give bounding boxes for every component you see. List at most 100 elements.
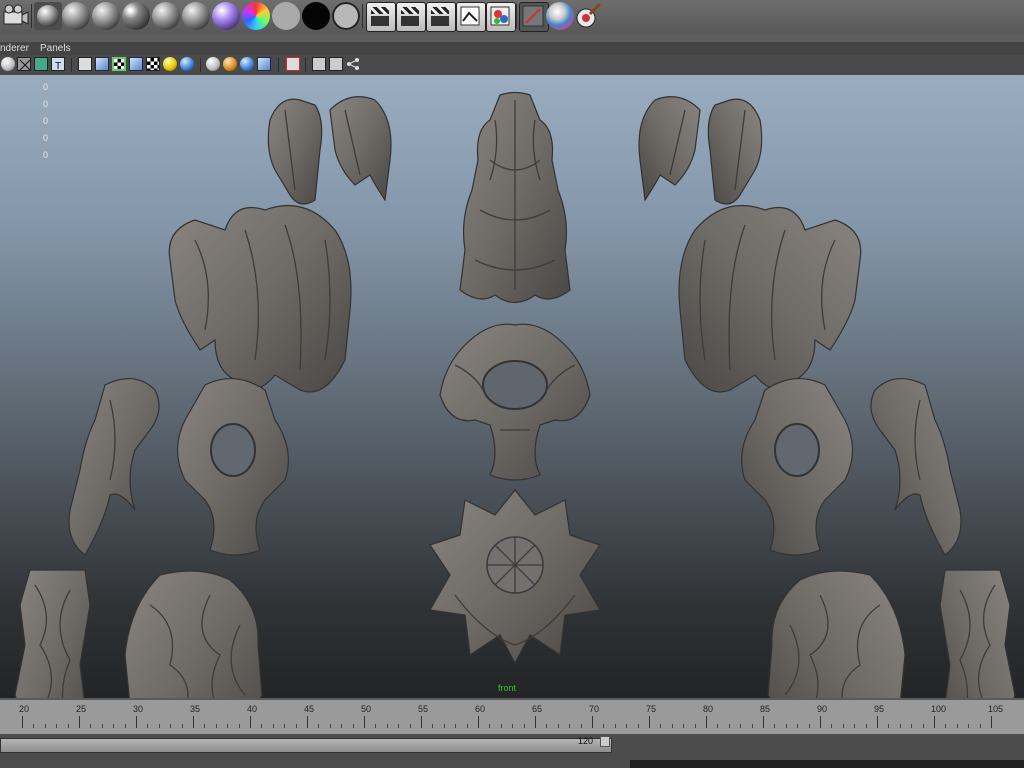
timeline-minor-tick (671, 724, 673, 728)
timeline-tick-label: 75 (646, 704, 657, 714)
hud-value: 0 (43, 99, 49, 109)
timeline-minor-tick (432, 724, 434, 728)
timeline-minor-tick (945, 724, 947, 728)
timeline-minor-tick (717, 724, 719, 728)
grey-sphere-icon[interactable] (62, 2, 90, 30)
wireframe-icon[interactable] (17, 57, 31, 71)
viewport-front[interactable]: 0 0 0 0 0 front (0, 75, 1024, 698)
text-icon[interactable]: T (51, 57, 65, 72)
timeline-minor-tick (968, 724, 970, 728)
timeline-minor-tick (831, 724, 833, 728)
range-slider-bar: 120 (0, 734, 1024, 768)
clapboard-render-icon[interactable] (366, 2, 396, 32)
wireframe-shade-icon[interactable] (78, 57, 92, 71)
timeline-minor-tick (580, 724, 582, 728)
ambient-occlusion-icon[interactable] (223, 57, 237, 71)
timeline-tick (250, 716, 251, 728)
hud-poly-count: 0 0 0 0 0 (43, 79, 48, 164)
shadows-icon[interactable] (180, 57, 194, 71)
sculpt-right-claw[interactable] (865, 370, 965, 560)
use-all-lights-icon[interactable] (163, 57, 177, 71)
hypershade-icon[interactable] (486, 2, 516, 32)
timeline-tick (193, 716, 194, 728)
textured-icon[interactable] (129, 57, 143, 71)
timeline-minor-tick (751, 724, 753, 728)
sculpt-left-cluster[interactable] (120, 565, 265, 698)
sculpt-center-top[interactable] (440, 90, 590, 310)
camera-label: front (498, 683, 517, 693)
timeline-minor-tick (261, 724, 263, 728)
timeline-minor-tick (318, 724, 320, 728)
clapboard-batch-icon[interactable] (396, 2, 426, 32)
timeline-tick (79, 716, 80, 728)
grid-icon[interactable] (34, 57, 48, 71)
smooth-shade-icon[interactable] (95, 57, 109, 71)
menu-panels[interactable]: Panels (40, 43, 71, 54)
violet-shader-sphere-icon[interactable] (212, 2, 240, 30)
wireframe-on-shaded-icon[interactable] (112, 57, 126, 71)
xray-active-icon[interactable] (329, 57, 343, 71)
clapboard-ipr-icon[interactable] (426, 2, 456, 32)
timeline-tick (478, 716, 479, 728)
phong-e-sphere-icon[interactable] (182, 2, 210, 30)
range-slider-handle[interactable] (600, 736, 610, 747)
sculpt-left-claw[interactable] (65, 370, 165, 560)
render-settings-icon[interactable] (519, 2, 549, 32)
toon-shader-icon[interactable] (546, 2, 574, 30)
phong-sphere-icon[interactable] (34, 2, 62, 30)
motion-blur-icon[interactable] (240, 57, 254, 71)
menu-renderer[interactable]: nderer (0, 43, 29, 54)
timeline-tick-label: 30 (133, 704, 144, 714)
black-swatch-icon[interactable] (302, 2, 330, 30)
xray-icon[interactable] (206, 57, 220, 71)
xray-joints-icon[interactable] (312, 57, 326, 71)
timeline-minor-tick (56, 724, 58, 728)
timeline-minor-tick (911, 724, 913, 728)
timeline-tick (136, 716, 137, 728)
timeline-minor-tick (979, 724, 981, 728)
sculpt-right-cluster[interactable] (765, 565, 910, 698)
timeline-minor-tick (614, 724, 616, 728)
select-camera-icon[interactable] (1, 57, 15, 71)
outline-swatch-icon[interactable] (332, 2, 360, 30)
sculpt-center-mid[interactable] (435, 305, 595, 485)
anisotropic-sphere-icon[interactable] (152, 2, 180, 30)
hud-share-icon[interactable] (346, 57, 360, 71)
lambert-sphere-icon[interactable] (122, 2, 150, 30)
timeline-tick-label: 35 (190, 704, 201, 714)
isolate-select-icon[interactable] (286, 57, 300, 71)
sculpt-right-pillar[interactable] (935, 565, 1020, 698)
time-slider[interactable]: 20 25 30 35 40 45 50 55 60 65 70 75 80 85 90 95 100 105 (0, 698, 1024, 736)
timeline-minor-tick (398, 724, 400, 728)
timeline-minor-tick (181, 724, 183, 728)
hud-value: 0 (43, 116, 49, 126)
timeline-minor-tick (523, 724, 525, 728)
sculpt-left-pillar[interactable] (10, 565, 95, 698)
ramp-shader-sphere-icon[interactable] (242, 2, 270, 30)
sculpt-center-flower[interactable] (425, 485, 605, 665)
timeline-tick-label: 70 (589, 704, 600, 714)
flat-grey-swatch-icon[interactable] (272, 2, 300, 30)
range-slider-track[interactable] (0, 738, 612, 753)
hud-value: 0 (43, 82, 49, 92)
timeline-tick-label: 40 (247, 704, 258, 714)
timeline-minor-tick (865, 724, 867, 728)
checker-icon[interactable] (146, 57, 160, 71)
shelf-divider (362, 4, 363, 28)
timeline-minor-tick (375, 724, 377, 728)
blinn-sphere-icon[interactable] (92, 2, 120, 30)
sculpt-left-ring[interactable] (165, 370, 300, 560)
timeline-tick-label: 105 (988, 704, 1004, 714)
timeline-minor-tick (466, 724, 468, 728)
paint-brush-icon[interactable] (574, 2, 602, 30)
timeline-tick-label: 85 (760, 704, 771, 714)
render-view-icon[interactable] (1, 3, 29, 31)
timeline-minor-tick (603, 724, 605, 728)
panel-menubar: nderer Panels (0, 42, 1024, 55)
antialiasing-icon[interactable] (257, 57, 271, 71)
sculpt-right-ring[interactable] (730, 370, 865, 560)
shelf-toolbar (0, 0, 1024, 35)
timeline-minor-tick (626, 724, 628, 728)
texture-editor-icon[interactable] (456, 2, 486, 32)
timeline-tick-label: 25 (76, 704, 87, 714)
